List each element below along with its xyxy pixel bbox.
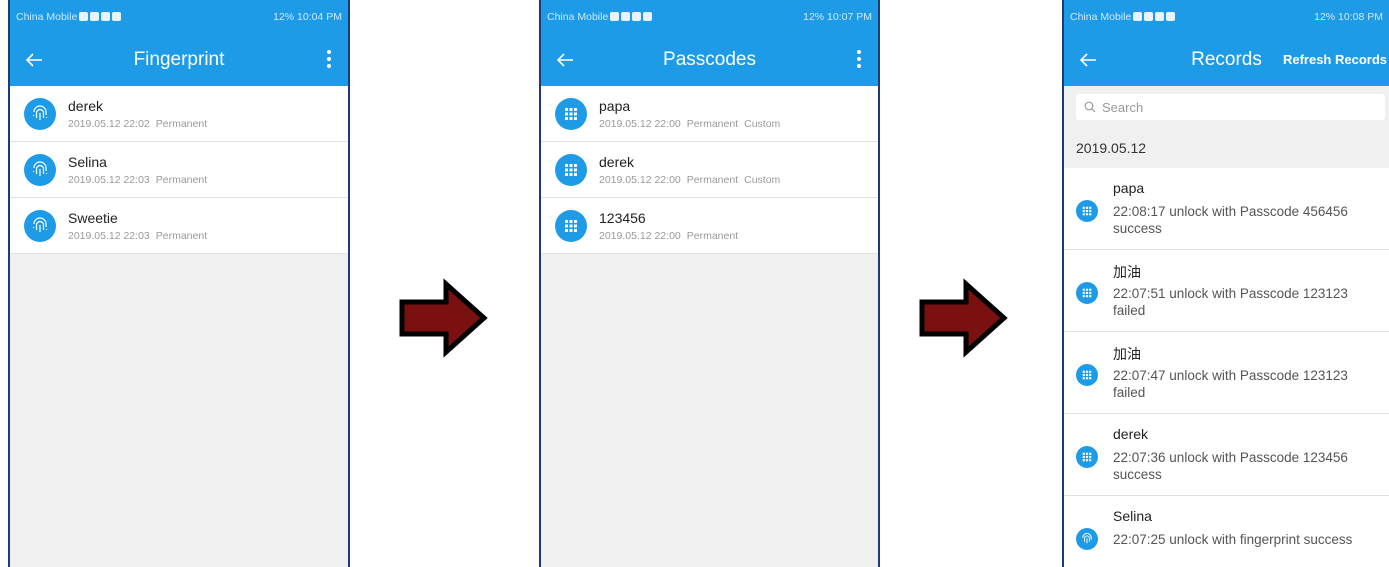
passcode-list: papa 2019.05.12 22:00 Permanent Custom der… bbox=[541, 86, 878, 254]
back-arrow-icon[interactable] bbox=[553, 48, 577, 72]
item-date: 2019.05.12 22:02 bbox=[68, 117, 150, 130]
right-arrow-icon bbox=[919, 278, 1008, 358]
fingerprint-icon bbox=[24, 153, 56, 186]
item-validity: Permanent bbox=[686, 117, 739, 130]
search-input[interactable]: Search bbox=[1076, 94, 1385, 120]
item-name: papa bbox=[599, 97, 631, 114]
app-header: Fingerprint bbox=[10, 34, 348, 86]
search-icon bbox=[1084, 101, 1096, 113]
item-name: Selina bbox=[68, 153, 107, 170]
record-result: success bbox=[1113, 467, 1162, 482]
right-arrow-icon bbox=[399, 278, 488, 358]
battery-percent: 12% bbox=[1314, 11, 1336, 23]
fingerprint-icon bbox=[24, 97, 56, 130]
carrier-label: China Mobile bbox=[547, 11, 609, 23]
item-date: 2019.05.12 22:00 bbox=[599, 229, 681, 242]
item-date: 2019.05.12 22:00 bbox=[599, 173, 681, 186]
keypad-icon bbox=[555, 153, 587, 186]
search-bar: Search bbox=[1064, 86, 1389, 128]
more-vert-icon[interactable] bbox=[326, 50, 332, 70]
list-item[interactable]: Sweetie 2019.05.12 22:03 Permanent bbox=[10, 198, 348, 254]
status-bar: China Mobile 12% 10:08 PM bbox=[1064, 0, 1389, 34]
search-placeholder: Search bbox=[1102, 99, 1144, 115]
keypad-icon bbox=[1076, 200, 1098, 222]
status-bar: China Mobile 12% 10:07 PM bbox=[541, 0, 878, 34]
carrier-label: China Mobile bbox=[1070, 11, 1132, 23]
list-item[interactable]: derek 2019.05.12 22:02 Permanent bbox=[10, 86, 348, 142]
item-type: Custom bbox=[744, 173, 781, 186]
refresh-records-button[interactable]: Refresh Records bbox=[1283, 52, 1387, 67]
item-date: 2019.05.12 22:03 bbox=[68, 229, 150, 242]
item-name: 123456 bbox=[599, 209, 646, 226]
phone-screen-fingerprint: China Mobile 12% 10:04 PM Fingerprint de… bbox=[8, 0, 350, 567]
app-header: Passcodes bbox=[541, 34, 878, 86]
battery-percent: 12% bbox=[273, 11, 295, 23]
battery-percent: 12% bbox=[803, 11, 825, 23]
keypad-icon bbox=[1076, 364, 1098, 386]
record-action: 22:07:51 unlock with Passcode 123123 bbox=[1113, 286, 1348, 301]
record-action: 22:08:17 unlock with Passcode 456456 bbox=[1113, 204, 1348, 219]
record-user: 加油 bbox=[1113, 264, 1141, 280]
record-user: Selina bbox=[1113, 508, 1152, 524]
record-user: 加油 bbox=[1113, 346, 1141, 362]
record-action: 22:07:47 unlock with Passcode 123123 bbox=[1113, 368, 1348, 383]
fingerprint-list: derek 2019.05.12 22:02 Permanent Selina 2… bbox=[10, 86, 348, 254]
keypad-icon bbox=[1076, 282, 1098, 304]
app-header: Records Refresh Records bbox=[1064, 34, 1389, 86]
page-title: Passcodes bbox=[663, 49, 756, 70]
back-arrow-icon[interactable] bbox=[1076, 48, 1100, 72]
item-name: Sweetie bbox=[68, 209, 118, 226]
record-user: papa bbox=[1113, 180, 1145, 196]
item-validity: Permanent bbox=[686, 173, 739, 186]
item-type: Custom bbox=[744, 117, 781, 130]
keypad-icon bbox=[555, 97, 587, 130]
list-item[interactable]: 123456 2019.05.12 22:00 Permanent bbox=[541, 198, 878, 254]
record-result: failed bbox=[1113, 385, 1146, 400]
date-group-header: 2019.05.12 bbox=[1064, 128, 1389, 168]
item-name: derek bbox=[68, 97, 104, 114]
back-arrow-icon[interactable] bbox=[22, 48, 46, 72]
clock: 10:07 PM bbox=[827, 11, 872, 23]
notification-icons bbox=[79, 11, 123, 23]
item-validity: Permanent bbox=[155, 229, 208, 242]
fingerprint-icon bbox=[24, 209, 56, 242]
list-item[interactable]: Selina 2019.05.12 22:03 Permanent bbox=[10, 142, 348, 198]
record-item[interactable]: 加油 22:07:51 unlock with Passcode 123123 f… bbox=[1064, 250, 1389, 332]
item-date: 2019.05.12 22:00 bbox=[599, 117, 681, 130]
more-vert-icon[interactable] bbox=[856, 50, 862, 70]
record-result: failed bbox=[1113, 303, 1146, 318]
record-item[interactable]: derek 22:07:36 unlock with Passcode 1234… bbox=[1064, 414, 1389, 496]
item-date: 2019.05.12 22:03 bbox=[68, 173, 150, 186]
page-title: Fingerprint bbox=[133, 49, 225, 70]
clock: 10:08 PM bbox=[1338, 11, 1383, 23]
notification-icons bbox=[1133, 11, 1177, 23]
keypad-icon bbox=[1076, 446, 1098, 468]
page-title: Records bbox=[1191, 49, 1262, 70]
notification-icons bbox=[610, 11, 654, 23]
record-item[interactable]: 加油 22:07:47 unlock with Passcode 123123 f… bbox=[1064, 332, 1389, 414]
record-user: derek bbox=[1113, 426, 1149, 442]
item-validity: Permanent bbox=[155, 117, 208, 130]
item-name: derek bbox=[599, 153, 635, 170]
list-item[interactable]: derek 2019.05.12 22:00 Permanent Custom bbox=[541, 142, 878, 198]
clock: 10:04 PM bbox=[297, 11, 342, 23]
status-bar: China Mobile 12% 10:04 PM bbox=[10, 0, 348, 34]
record-item[interactable]: papa 22:08:17 unlock with Passcode 45645… bbox=[1064, 168, 1389, 250]
item-validity: Permanent bbox=[155, 173, 208, 186]
fingerprint-icon bbox=[1076, 528, 1098, 550]
keypad-icon bbox=[555, 209, 587, 242]
record-item[interactable]: Selina 22:07:25 unlock with fingerprint … bbox=[1064, 496, 1389, 567]
phone-screen-records: China Mobile 12% 10:08 PM Records Refres… bbox=[1062, 0, 1389, 567]
phone-screen-passcodes: China Mobile 12% 10:07 PM Passcodes papa… bbox=[539, 0, 880, 567]
record-action: 22:07:36 unlock with Passcode 123456 bbox=[1113, 450, 1348, 465]
carrier-label: China Mobile bbox=[16, 11, 78, 23]
item-validity: Permanent bbox=[686, 229, 739, 242]
record-result: success bbox=[1113, 221, 1162, 236]
list-item[interactable]: papa 2019.05.12 22:00 Permanent Custom bbox=[541, 86, 878, 142]
record-action: 22:07:25 unlock with fingerprint success bbox=[1113, 532, 1353, 547]
